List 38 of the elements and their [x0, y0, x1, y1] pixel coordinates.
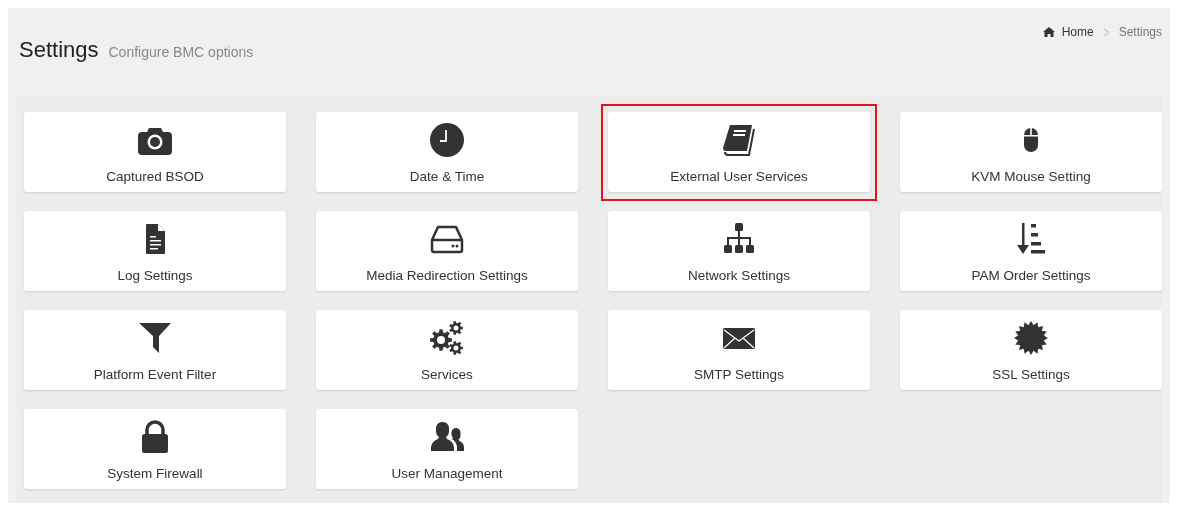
- tile-label: SMTP Settings: [694, 367, 784, 382]
- book-icon: [721, 122, 757, 158]
- tile-label: SSL Settings: [992, 367, 1070, 382]
- settings-tile[interactable]: Platform Event Filter: [24, 310, 286, 390]
- tile-label: Services: [421, 367, 473, 382]
- settings-tile[interactable]: External User Services: [608, 112, 870, 192]
- gears-icon: [429, 320, 465, 356]
- settings-tile[interactable]: Captured BSOD: [24, 112, 286, 192]
- page-title: Settings: [19, 37, 99, 63]
- tile-label: Media Redirection Settings: [366, 268, 528, 283]
- settings-tile[interactable]: Network Settings: [608, 211, 870, 291]
- clock-icon: [429, 122, 465, 158]
- tile-label: KVM Mouse Setting: [971, 169, 1091, 184]
- tile-label: System Firewall: [107, 466, 203, 481]
- settings-tile[interactable]: Date & Time: [316, 112, 578, 192]
- settings-tile[interactable]: Media Redirection Settings: [316, 211, 578, 291]
- settings-tile[interactable]: User Management: [316, 409, 578, 489]
- settings-tile[interactable]: Log Settings: [24, 211, 286, 291]
- tile-label: Network Settings: [687, 268, 790, 283]
- tile-label: Date & Time: [409, 169, 485, 184]
- tile-label: Log Settings: [117, 268, 193, 283]
- home-icon: [1042, 27, 1055, 37]
- settings-tile[interactable]: Services: [316, 310, 578, 390]
- page-subtitle: Configure BMC options: [108, 44, 254, 60]
- settings-tile[interactable]: KVM Mouse Setting: [900, 112, 1162, 192]
- breadcrumb-link[interactable]: Home: [1061, 25, 1094, 39]
- settings-tile[interactable]: SMTP Settings: [608, 310, 870, 390]
- tile-label: Platform Event Filter: [93, 367, 217, 382]
- settings-tile[interactable]: PAM Order Settings: [900, 211, 1162, 291]
- tile-label: External User Services: [670, 169, 808, 184]
- breadcrumb-link[interactable]: Settings: [1118, 25, 1162, 39]
- breadcrumb-separator-icon: [1102, 27, 1110, 37]
- settings-tile[interactable]: System Firewall: [24, 409, 286, 489]
- seal-icon: [1013, 320, 1049, 356]
- tile-label: Captured BSOD: [106, 169, 204, 184]
- tile-label: PAM Order Settings: [971, 268, 1091, 283]
- settings-tile[interactable]: SSL Settings: [900, 310, 1162, 390]
- tile-label: User Management: [391, 466, 503, 481]
